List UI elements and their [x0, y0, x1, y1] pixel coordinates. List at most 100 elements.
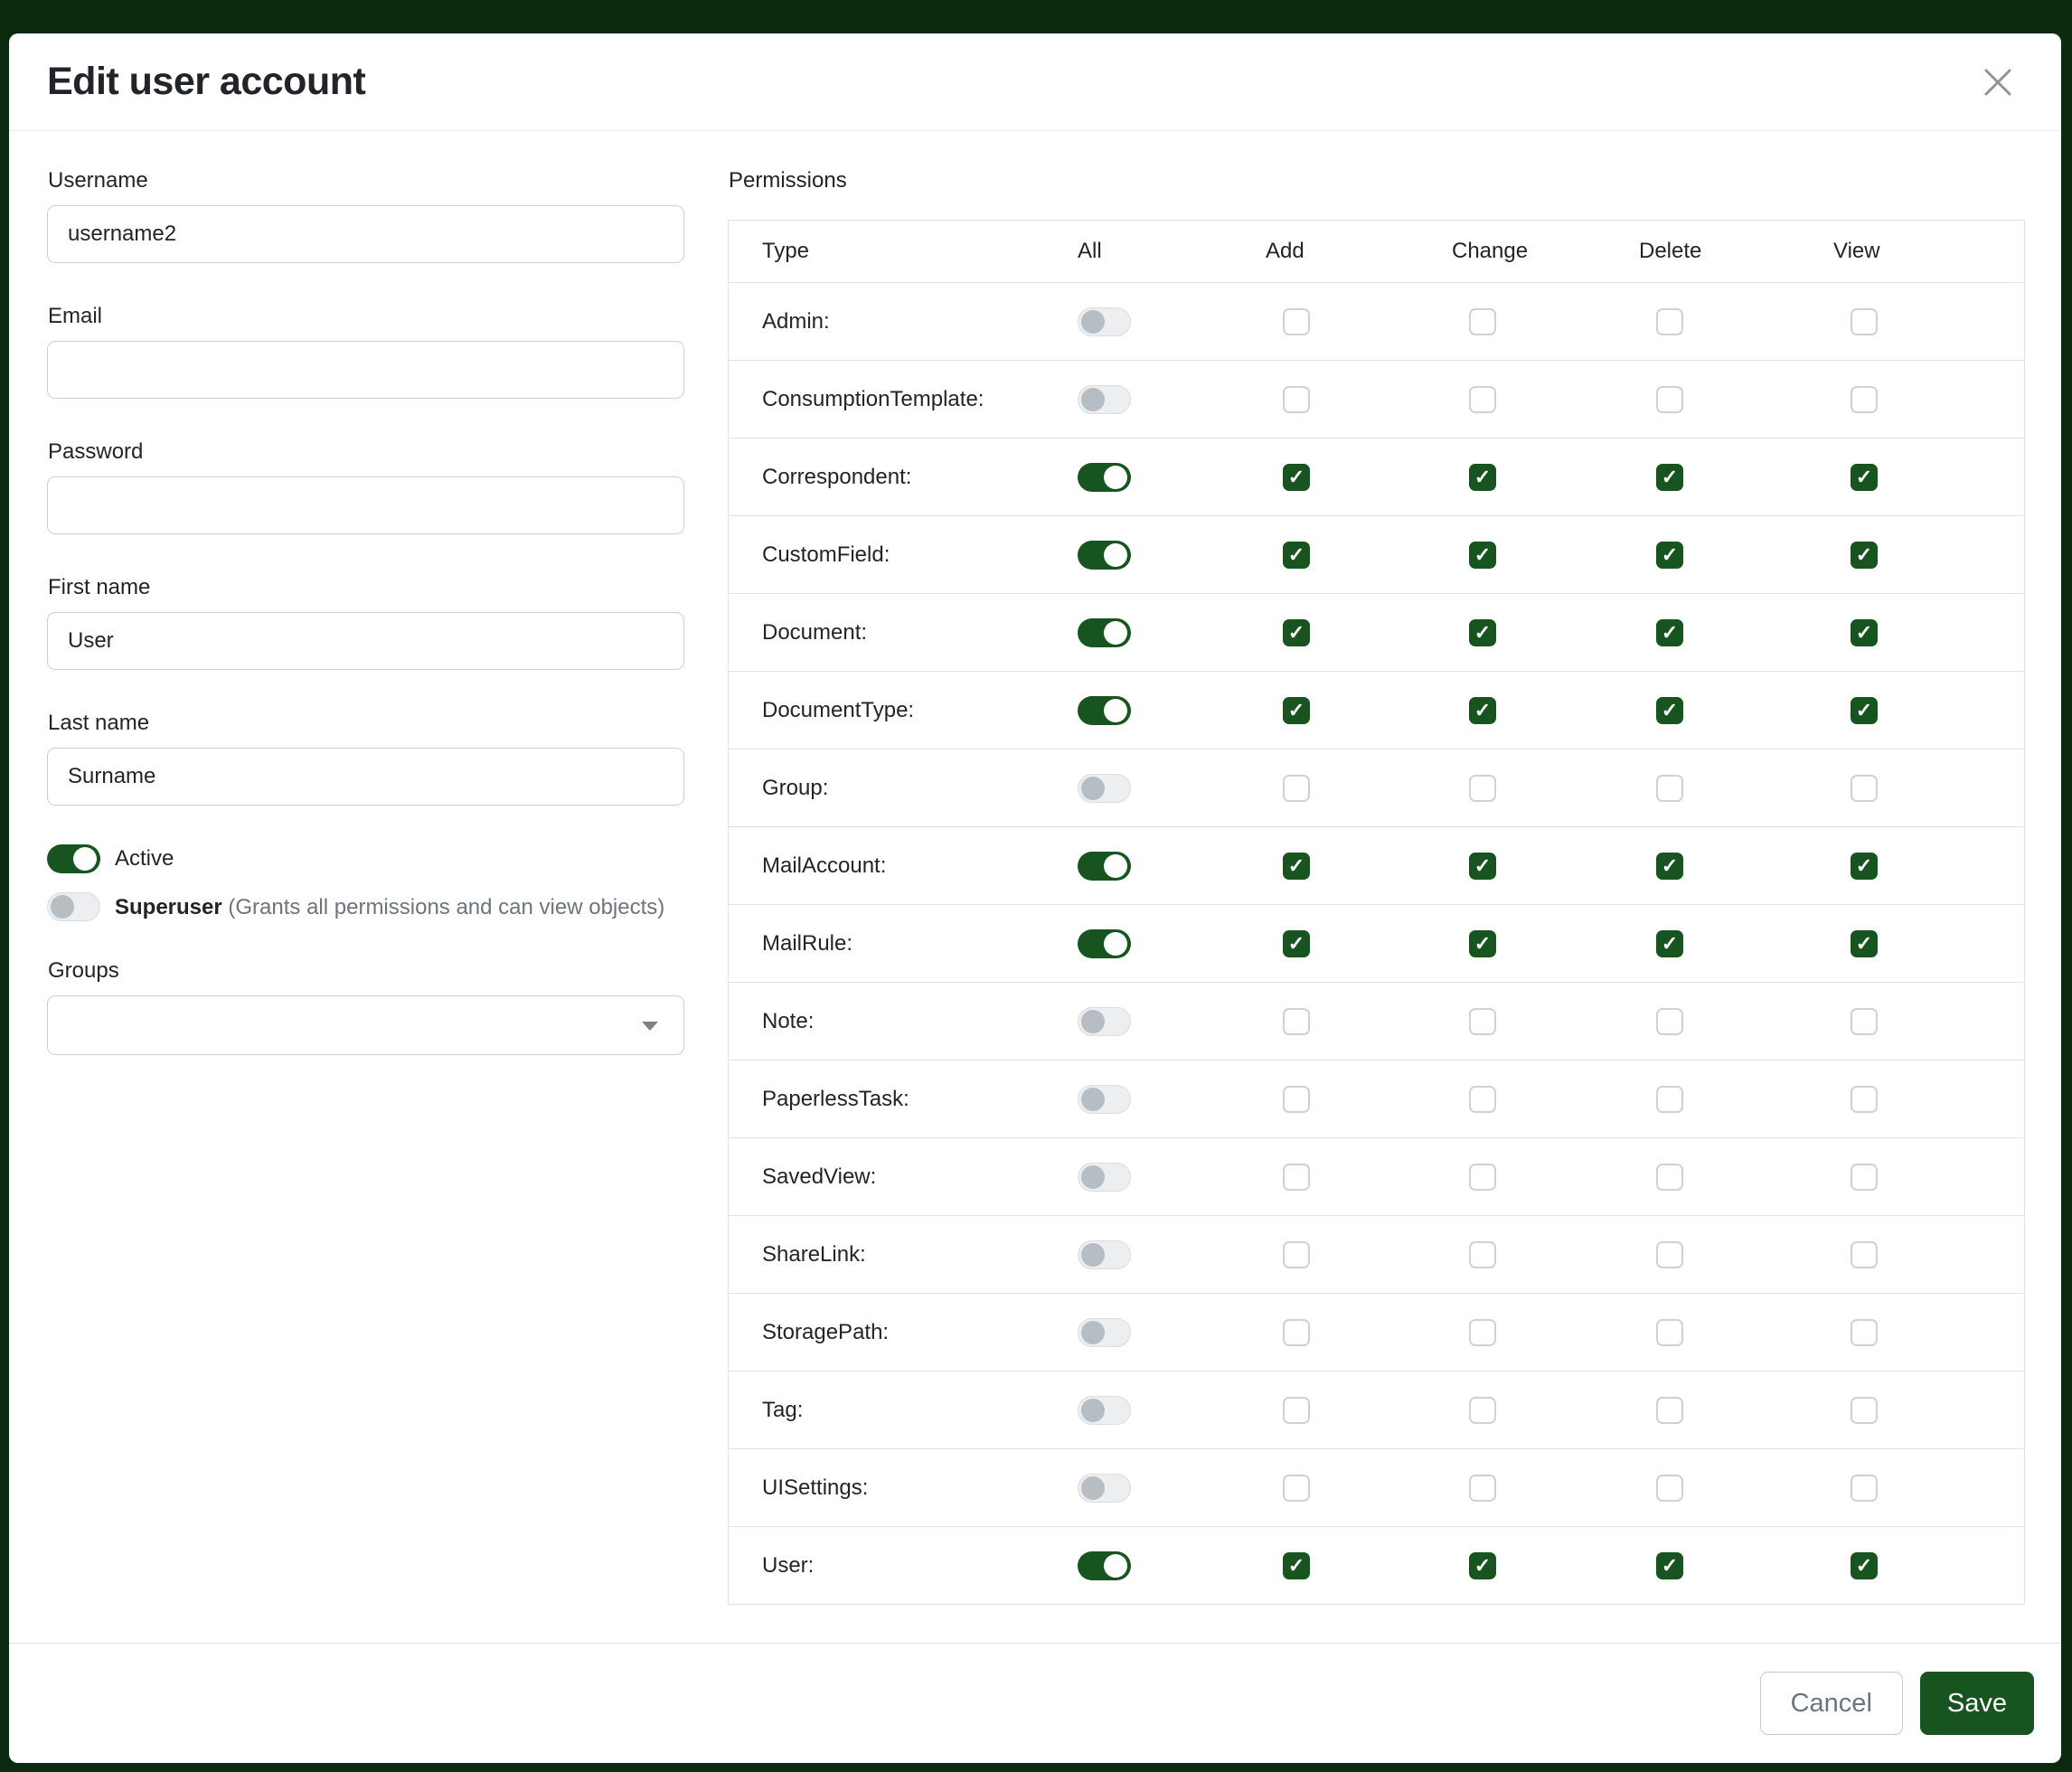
- superuser-toggle[interactable]: [47, 892, 100, 921]
- permission-add-checkbox[interactable]: [1283, 1319, 1310, 1346]
- permission-delete-checkbox[interactable]: [1656, 1164, 1683, 1191]
- permission-all-toggle[interactable]: [1078, 1163, 1131, 1192]
- first-name-input[interactable]: [47, 612, 684, 670]
- permission-change-checkbox[interactable]: [1469, 1552, 1496, 1579]
- permission-all-toggle[interactable]: [1078, 1318, 1131, 1347]
- permission-view-checkbox[interactable]: [1851, 619, 1878, 646]
- permission-type-label: PaperlessTask:: [762, 1087, 1078, 1112]
- permission-add-checkbox[interactable]: [1283, 464, 1310, 491]
- permission-delete-checkbox[interactable]: [1656, 464, 1683, 491]
- permission-delete-checkbox[interactable]: [1656, 775, 1683, 802]
- permission-delete-checkbox[interactable]: [1656, 930, 1683, 957]
- last-name-input[interactable]: [47, 748, 684, 806]
- permission-add-checkbox[interactable]: [1283, 1164, 1310, 1191]
- permission-view-checkbox[interactable]: [1851, 1397, 1878, 1424]
- save-button[interactable]: Save: [1920, 1672, 2034, 1735]
- permission-add-checkbox[interactable]: [1283, 1086, 1310, 1113]
- email-input[interactable]: [47, 341, 684, 399]
- permission-delete-checkbox[interactable]: [1656, 619, 1683, 646]
- permission-view-checkbox[interactable]: [1851, 1552, 1878, 1579]
- permission-delete-checkbox[interactable]: [1656, 1008, 1683, 1035]
- permission-view-checkbox[interactable]: [1851, 1086, 1878, 1113]
- permission-add-checkbox[interactable]: [1283, 1397, 1310, 1424]
- permission-change-checkbox[interactable]: [1469, 1164, 1496, 1191]
- column-header-view: View: [1833, 239, 2024, 264]
- permission-change-checkbox[interactable]: [1469, 1319, 1496, 1346]
- permission-add-checkbox[interactable]: [1283, 930, 1310, 957]
- permission-view-checkbox[interactable]: [1851, 775, 1878, 802]
- permission-view-checkbox[interactable]: [1851, 697, 1878, 724]
- permission-add-checkbox[interactable]: [1283, 1475, 1310, 1502]
- permission-add-checkbox[interactable]: [1283, 1552, 1310, 1579]
- permission-all-toggle[interactable]: [1078, 618, 1131, 647]
- permission-delete-checkbox[interactable]: [1656, 308, 1683, 335]
- permission-delete-checkbox[interactable]: [1656, 697, 1683, 724]
- permission-change-checkbox[interactable]: [1469, 775, 1496, 802]
- permission-delete-checkbox[interactable]: [1656, 1086, 1683, 1113]
- permission-change-checkbox[interactable]: [1469, 697, 1496, 724]
- permission-delete-checkbox[interactable]: [1656, 542, 1683, 569]
- permission-add-checkbox[interactable]: [1283, 619, 1310, 646]
- permission-view-checkbox[interactable]: [1851, 1008, 1878, 1035]
- permission-add-checkbox[interactable]: [1283, 542, 1310, 569]
- permission-change-checkbox[interactable]: [1469, 542, 1496, 569]
- permission-view-checkbox[interactable]: [1851, 930, 1878, 957]
- permission-view-checkbox[interactable]: [1851, 542, 1878, 569]
- permission-view-checkbox[interactable]: [1851, 1475, 1878, 1502]
- permission-view-checkbox[interactable]: [1851, 1241, 1878, 1268]
- active-toggle[interactable]: [47, 844, 100, 873]
- permission-change-checkbox[interactable]: [1469, 930, 1496, 957]
- permission-all-toggle[interactable]: [1078, 1551, 1131, 1580]
- permission-all-toggle[interactable]: [1078, 463, 1131, 492]
- permission-change-checkbox[interactable]: [1469, 308, 1496, 335]
- permission-row: PaperlessTask:: [729, 1060, 2024, 1137]
- permission-view-checkbox[interactable]: [1851, 464, 1878, 491]
- permission-view-checkbox[interactable]: [1851, 308, 1878, 335]
- permission-add-checkbox[interactable]: [1283, 775, 1310, 802]
- permission-all-toggle[interactable]: [1078, 1007, 1131, 1036]
- permission-delete-checkbox[interactable]: [1656, 1397, 1683, 1424]
- permission-all-toggle[interactable]: [1078, 541, 1131, 570]
- permission-view-checkbox[interactable]: [1851, 853, 1878, 880]
- permission-all-toggle[interactable]: [1078, 385, 1131, 414]
- permission-view-checkbox[interactable]: [1851, 1164, 1878, 1191]
- permission-add-checkbox[interactable]: [1283, 308, 1310, 335]
- permission-change-checkbox[interactable]: [1469, 853, 1496, 880]
- permission-change-checkbox[interactable]: [1469, 1241, 1496, 1268]
- permission-all-toggle[interactable]: [1078, 1396, 1131, 1425]
- permission-all-toggle[interactable]: [1078, 1085, 1131, 1114]
- permission-delete-checkbox[interactable]: [1656, 853, 1683, 880]
- permission-add-checkbox[interactable]: [1283, 1241, 1310, 1268]
- permission-change-checkbox[interactable]: [1469, 1397, 1496, 1424]
- permission-change-checkbox[interactable]: [1469, 619, 1496, 646]
- permission-view-checkbox[interactable]: [1851, 1319, 1878, 1346]
- password-input[interactable]: [47, 476, 684, 534]
- permission-add-checkbox[interactable]: [1283, 853, 1310, 880]
- permission-delete-checkbox[interactable]: [1656, 1475, 1683, 1502]
- permission-delete-checkbox[interactable]: [1656, 1241, 1683, 1268]
- permission-change-checkbox[interactable]: [1469, 1086, 1496, 1113]
- permission-all-toggle[interactable]: [1078, 852, 1131, 881]
- permission-add-checkbox[interactable]: [1283, 386, 1310, 413]
- permission-all-toggle[interactable]: [1078, 929, 1131, 958]
- permission-delete-checkbox[interactable]: [1656, 1552, 1683, 1579]
- permission-view-checkbox[interactable]: [1851, 386, 1878, 413]
- toggle-knob: [1081, 777, 1105, 800]
- permission-change-checkbox[interactable]: [1469, 1475, 1496, 1502]
- permission-all-toggle[interactable]: [1078, 1474, 1131, 1503]
- permission-all-toggle[interactable]: [1078, 1240, 1131, 1269]
- permission-all-toggle[interactable]: [1078, 696, 1131, 725]
- permission-add-checkbox[interactable]: [1283, 1008, 1310, 1035]
- permission-add-checkbox[interactable]: [1283, 697, 1310, 724]
- cancel-button[interactable]: Cancel: [1760, 1672, 1903, 1735]
- permission-all-toggle[interactable]: [1078, 307, 1131, 336]
- permission-change-checkbox[interactable]: [1469, 464, 1496, 491]
- permission-change-checkbox[interactable]: [1469, 1008, 1496, 1035]
- permission-all-toggle[interactable]: [1078, 774, 1131, 803]
- permission-delete-checkbox[interactable]: [1656, 386, 1683, 413]
- username-input[interactable]: [47, 205, 684, 263]
- groups-select[interactable]: [47, 995, 684, 1055]
- close-button[interactable]: [1973, 57, 2023, 108]
- permission-delete-checkbox[interactable]: [1656, 1319, 1683, 1346]
- permission-change-checkbox[interactable]: [1469, 386, 1496, 413]
